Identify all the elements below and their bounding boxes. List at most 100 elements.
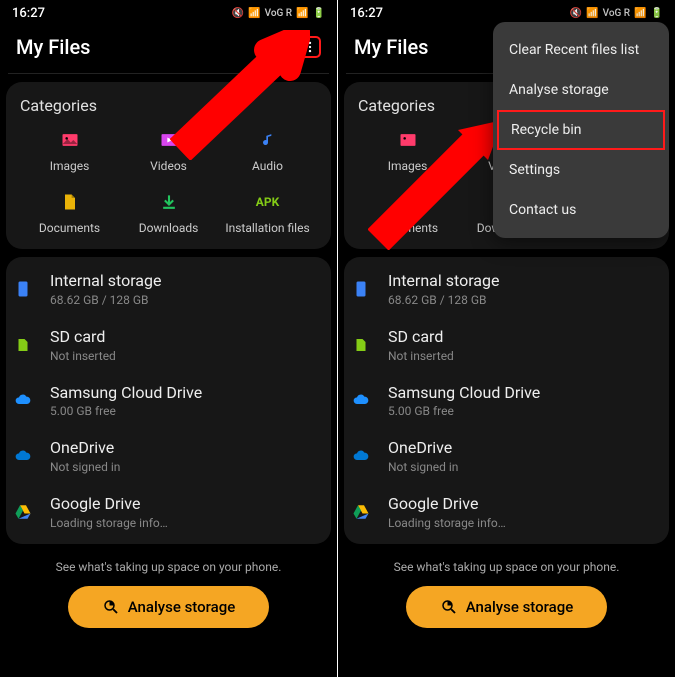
mute-icon: 🔇 bbox=[232, 8, 244, 19]
footer-hint: See what's taking up space on your phone… bbox=[0, 560, 337, 574]
app-header: My Files bbox=[0, 27, 337, 73]
category-videos[interactable]: Videos bbox=[119, 129, 218, 173]
category-downloads[interactable]: Downloads bbox=[119, 191, 218, 235]
category-documents[interactable]: Documents bbox=[20, 191, 119, 235]
status-time: 16:27 bbox=[12, 6, 45, 21]
menu-settings[interactable]: Settings bbox=[493, 150, 669, 190]
battery-icon: 🔋 bbox=[651, 8, 663, 19]
status-indicators: 🔇 📶 VoG R 📶 🔋 bbox=[232, 8, 325, 19]
storage-name: Samsung Cloud Drive bbox=[388, 383, 665, 404]
storage-onedrive[interactable]: OneDriveNot signed in bbox=[344, 428, 669, 484]
storage-sub: Not signed in bbox=[50, 460, 327, 474]
samsung-cloud-icon bbox=[348, 387, 374, 413]
mute-icon: 🔇 bbox=[570, 8, 582, 19]
storage-onedrive[interactable]: OneDriveNot signed in bbox=[6, 428, 331, 484]
categories-grid: Images Videos Audio Documents Downloads … bbox=[20, 129, 317, 235]
analyse-icon bbox=[440, 598, 458, 616]
category-images[interactable]: Images bbox=[358, 129, 457, 173]
categories-card: Categories Images Videos Audio Documents… bbox=[6, 82, 331, 249]
status-bar: 16:27 🔇 📶 VoG R 📶 🔋 bbox=[0, 0, 337, 27]
page-title: My Files bbox=[16, 35, 90, 59]
gdrive-icon bbox=[10, 499, 36, 525]
storage-name: Google Drive bbox=[50, 494, 327, 515]
download-icon bbox=[158, 191, 180, 213]
categories-title: Categories bbox=[20, 96, 317, 115]
storage-sub: Not signed in bbox=[388, 460, 665, 474]
category-label: Documents bbox=[377, 221, 438, 235]
more-options-button[interactable] bbox=[299, 36, 321, 58]
menu-clear-recent[interactable]: Clear Recent files list bbox=[493, 30, 669, 70]
menu-analyse-storage[interactable]: Analyse storage bbox=[493, 70, 669, 110]
signal-icon: 📶 bbox=[296, 8, 308, 19]
image-icon bbox=[397, 129, 419, 151]
storage-name: OneDrive bbox=[388, 438, 665, 459]
wifi-icon: 📶 bbox=[586, 8, 598, 19]
signal-icon: 📶 bbox=[634, 8, 646, 19]
wifi-icon: 📶 bbox=[248, 8, 260, 19]
overflow-menu: Clear Recent files list Analyse storage … bbox=[493, 22, 669, 238]
storage-samsung-cloud[interactable]: Samsung Cloud Drive5.00 GB free bbox=[6, 373, 331, 429]
battery-icon: 🔋 bbox=[313, 8, 325, 19]
onedrive-icon bbox=[10, 443, 36, 469]
phone-screen-right: 16:27 🔇 📶 VoG R 📶 🔋 My Files Categories … bbox=[338, 0, 675, 677]
storage-name: OneDrive bbox=[50, 438, 327, 459]
storage-sub: 68.62 GB / 128 GB bbox=[50, 293, 327, 307]
document-icon bbox=[59, 191, 81, 213]
storage-samsung-cloud[interactable]: Samsung Cloud Drive5.00 GB free bbox=[344, 373, 669, 429]
category-label: Documents bbox=[39, 221, 100, 235]
storage-internal[interactable]: Internal storage68.62 GB / 128 GB bbox=[344, 261, 669, 317]
storage-sub: Loading storage info… bbox=[388, 516, 665, 530]
analyse-storage-button[interactable]: Analyse storage bbox=[68, 586, 270, 628]
onedrive-icon bbox=[348, 443, 374, 469]
image-icon bbox=[59, 129, 81, 151]
footer-hint: See what's taking up space on your phone… bbox=[338, 560, 675, 574]
storage-sub: Not inserted bbox=[50, 349, 327, 363]
audio-icon bbox=[257, 129, 279, 151]
storage-google-drive[interactable]: Google DriveLoading storage info… bbox=[344, 484, 669, 540]
category-label: Audio bbox=[252, 159, 283, 173]
category-label: Images bbox=[50, 159, 90, 173]
storage-name: SD card bbox=[388, 327, 665, 348]
storage-sdcard[interactable]: SD cardNot inserted bbox=[344, 317, 669, 373]
storage-name: SD card bbox=[50, 327, 327, 348]
document-icon bbox=[397, 191, 419, 213]
storage-sub: 5.00 GB free bbox=[388, 404, 665, 418]
video-icon bbox=[158, 129, 180, 151]
menu-recycle-bin[interactable]: Recycle bin bbox=[497, 110, 665, 150]
apk-icon: APK bbox=[257, 191, 279, 213]
category-images[interactable]: Images bbox=[20, 129, 119, 173]
category-documents[interactable]: Documents bbox=[358, 191, 457, 235]
category-label: Downloads bbox=[139, 221, 199, 235]
sd-icon bbox=[10, 332, 36, 358]
storage-sdcard[interactable]: SD cardNot inserted bbox=[6, 317, 331, 373]
storage-sub: 5.00 GB free bbox=[50, 404, 327, 418]
gdrive-icon bbox=[348, 499, 374, 525]
storage-internal[interactable]: Internal storage68.62 GB / 128 GB bbox=[6, 261, 331, 317]
phone-icon bbox=[348, 276, 374, 302]
phone-screen-left: 16:27 🔇 📶 VoG R 📶 🔋 My Files Categories … bbox=[0, 0, 337, 677]
analyse-label: Analyse storage bbox=[128, 598, 236, 616]
category-audio[interactable]: Audio bbox=[218, 129, 317, 173]
storage-card: Internal storage68.62 GB / 128 GB SD car… bbox=[6, 257, 331, 544]
menu-contact-us[interactable]: Contact us bbox=[493, 190, 669, 230]
storage-sub: 68.62 GB / 128 GB bbox=[388, 293, 665, 307]
status-time: 16:27 bbox=[350, 6, 383, 21]
storage-name: Internal storage bbox=[388, 271, 665, 292]
analyse-icon bbox=[102, 598, 120, 616]
status-indicators: 🔇 📶 VoG R 📶 🔋 bbox=[570, 8, 663, 19]
storage-name: Internal storage bbox=[50, 271, 327, 292]
category-apk[interactable]: APK Installation files bbox=[218, 191, 317, 235]
analyse-label: Analyse storage bbox=[466, 598, 574, 616]
storage-name: Samsung Cloud Drive bbox=[50, 383, 327, 404]
network-label: VoG R bbox=[265, 8, 293, 19]
search-button[interactable] bbox=[259, 36, 281, 58]
analyse-storage-button[interactable]: Analyse storage bbox=[406, 586, 608, 628]
storage-sub: Not inserted bbox=[388, 349, 665, 363]
category-label: Videos bbox=[150, 159, 187, 173]
storage-card: Internal storage68.62 GB / 128 GB SD car… bbox=[344, 257, 669, 544]
phone-icon bbox=[10, 276, 36, 302]
search-icon bbox=[260, 37, 280, 57]
network-label: VoG R bbox=[603, 8, 631, 19]
storage-sub: Loading storage info… bbox=[50, 516, 327, 530]
storage-google-drive[interactable]: Google DriveLoading storage info… bbox=[6, 484, 331, 540]
